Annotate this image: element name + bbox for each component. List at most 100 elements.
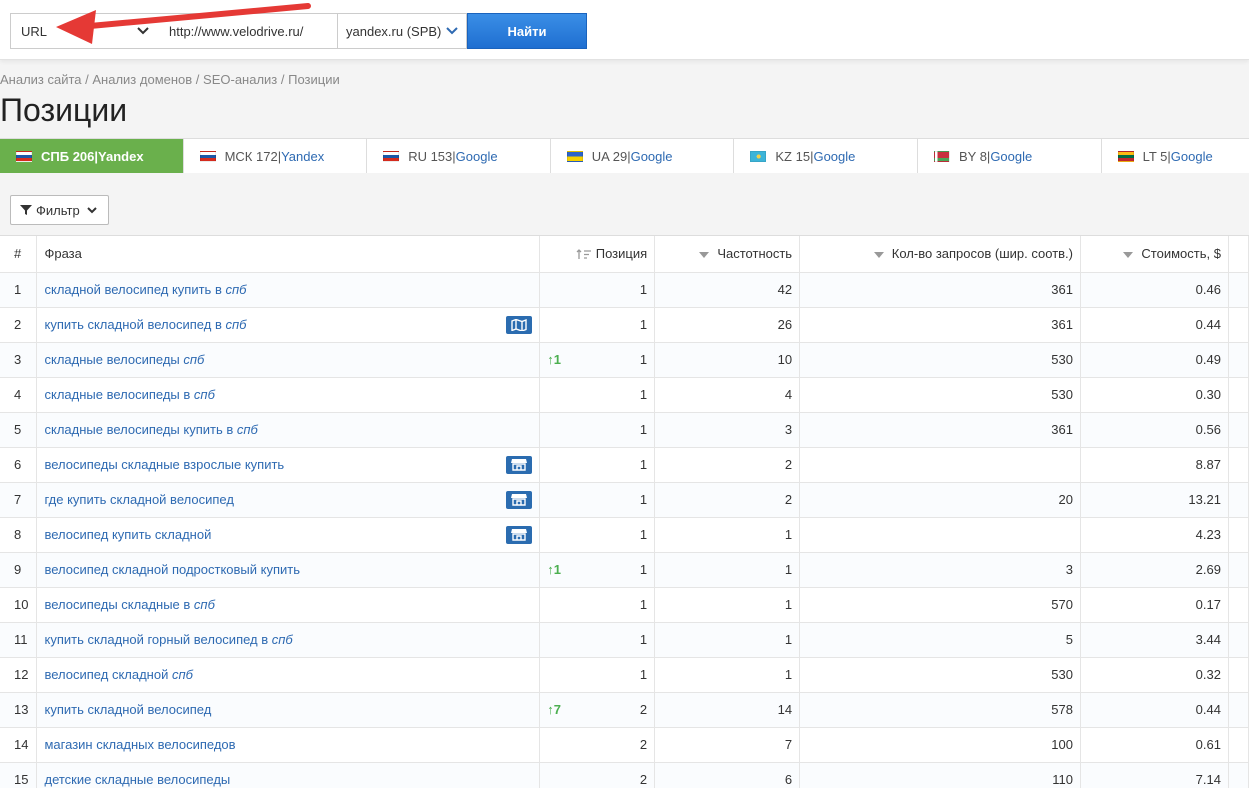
- breadcrumb-sep: /: [81, 72, 93, 87]
- map-badge[interactable]: [506, 315, 533, 334]
- row-phrase-cell: купить складной велосипед: [36, 692, 541, 728]
- row-frequency: 2: [654, 447, 801, 483]
- phrase-link[interactable]: велосипед купить складной: [44, 527, 211, 542]
- phrase-link[interactable]: велосипед складной подростковый купить: [44, 562, 300, 577]
- search-type-value: URL: [21, 23, 48, 39]
- row-requests: 3: [799, 552, 1081, 588]
- row-num: 7: [0, 482, 38, 518]
- map-icon: [511, 318, 527, 331]
- row-position-cell: 1: [539, 412, 656, 448]
- chevron-down-icon: [86, 206, 97, 213]
- filter-button[interactable]: Фильтр: [10, 195, 109, 225]
- tab-engine: Google: [813, 148, 856, 164]
- row-phrase-cell: детские складные велосипеды: [36, 762, 541, 788]
- row-position: 1: [639, 562, 648, 577]
- phrase-link[interactable]: велосипеды складные взрослые купить: [44, 457, 284, 472]
- row-position-cell: 1: [539, 377, 656, 413]
- row-cost: 8.87: [1080, 447, 1229, 483]
- phrase-link[interactable]: купить складной велосипед в спб: [44, 317, 246, 332]
- row-requests: 361: [799, 272, 1081, 308]
- row-phrase-cell: складные велосипеды в спб: [36, 377, 541, 413]
- breadcrumb-item[interactable]: Анализ сайта: [0, 72, 82, 87]
- row-extra: [1228, 727, 1249, 763]
- breadcrumb: Анализ сайта / Анализ доменов / SEO-анал…: [0, 72, 340, 87]
- tab-spb-yandex[interactable]: СПБ 206 | Yandex: [0, 139, 184, 173]
- row-requests: 20: [799, 482, 1081, 518]
- table-row: 5 складные велосипеды купить в спб 1 3 361 0.…: [0, 412, 1249, 448]
- row-position: 1: [639, 422, 648, 437]
- row-num: 13: [0, 692, 38, 728]
- row-num: 4: [0, 377, 38, 413]
- store-badge[interactable]: [506, 455, 533, 474]
- row-position-cell: 1: [539, 482, 656, 518]
- row-num: 1: [0, 272, 38, 308]
- row-extra: [1228, 272, 1249, 308]
- row-cost: 0.46: [1080, 272, 1229, 308]
- row-frequency: 42: [654, 272, 801, 308]
- tab-kz-google[interactable]: KZ 15 | Google: [734, 139, 918, 173]
- region-select-value: yandex.ru (SPB): [346, 23, 442, 39]
- breadcrumb-item[interactable]: Анализ доменов: [92, 72, 192, 87]
- table-row: 2 купить складной велосипед в спб 1 26 361 0.…: [0, 307, 1249, 343]
- tab-by-google[interactable]: BY 8 | Google: [917, 139, 1102, 173]
- phrase-text: складной велосипед купить в: [44, 282, 226, 297]
- row-position-cell: 1: [539, 587, 656, 623]
- row-frequency: 1: [654, 587, 801, 623]
- region-select[interactable]: yandex.ru (SPB): [337, 13, 467, 49]
- row-phrase-cell: велосипеды складные взрослые купить: [36, 447, 541, 483]
- row-requests: [799, 517, 1081, 553]
- row-position: 2: [639, 772, 648, 787]
- breadcrumb-item[interactable]: SEO-анализ: [203, 72, 277, 87]
- row-position: 1: [639, 667, 648, 682]
- phrase-link[interactable]: велосипеды складные в спб: [44, 597, 214, 612]
- tab-msk-yandex[interactable]: МСК 172 | Yandex: [183, 139, 368, 173]
- row-extra: [1228, 552, 1249, 588]
- tab-engine: Google: [630, 148, 673, 164]
- phrase-region: спб: [171, 667, 193, 682]
- col-frequency-label: Частотность: [717, 246, 793, 262]
- phrase-link[interactable]: магазин складных велосипедов: [44, 737, 235, 752]
- phrase-text: велосипеды складные в: [44, 597, 194, 612]
- col-requests[interactable]: Кол-во запросов (шир. соотв.): [799, 236, 1081, 273]
- col-frequency[interactable]: Частотность: [654, 236, 801, 273]
- tab-ua-google[interactable]: UA 29 | Google: [550, 139, 735, 173]
- col-cost[interactable]: Стоимость, $: [1080, 236, 1229, 273]
- phrase-link[interactable]: купить складной горный велосипед в спб: [44, 632, 292, 647]
- row-num: 10: [0, 587, 38, 623]
- search-type-select[interactable]: URL: [10, 13, 160, 49]
- url-input-value: http://www.velodrive.ru/: [169, 23, 304, 39]
- phrase-text: детские складные велосипеды: [44, 772, 231, 787]
- phrase-link[interactable]: купить складной велосипед: [44, 702, 211, 717]
- tab-lt-google[interactable]: LT 5 | Google: [1101, 139, 1249, 173]
- col-position[interactable]: Позиция: [539, 236, 656, 273]
- table-row: 1 складной велосипед купить в спб 1 42 361 0.…: [0, 272, 1249, 308]
- phrase-link[interactable]: складные велосипеды спб: [44, 352, 204, 367]
- url-input[interactable]: http://www.velodrive.ru/: [159, 13, 338, 49]
- tab-ru-google[interactable]: RU 153 | Google: [367, 139, 551, 173]
- phrase-text: велосипеды складные взрослые купить: [44, 457, 285, 472]
- phrase-link[interactable]: складные велосипеды купить в спб: [44, 422, 257, 437]
- row-num: 9: [0, 552, 38, 588]
- row-position-cell: 1: [539, 447, 656, 483]
- row-phrase-cell: складные велосипеды купить в спб: [36, 412, 541, 448]
- store-badge[interactable]: [506, 490, 533, 509]
- col-phrase[interactable]: Фраза: [36, 236, 541, 273]
- row-cost: 0.61: [1080, 727, 1229, 763]
- row-phrase-cell: велосипед купить складной: [36, 517, 541, 553]
- phrase-link[interactable]: складные велосипеды в спб: [44, 387, 214, 402]
- phrase-link[interactable]: складной велосипед купить в спб: [44, 282, 246, 297]
- col-requests-label: Кол-во запросов (шир. соотв.): [891, 246, 1073, 262]
- position-change: ↑1: [547, 562, 561, 577]
- phrase-link[interactable]: детские складные велосипеды: [44, 772, 230, 787]
- col-extra: [1228, 236, 1249, 273]
- phrase-link[interactable]: где купить складной велосипед: [44, 492, 233, 507]
- row-frequency: 1: [654, 517, 801, 553]
- find-button[interactable]: Найти: [467, 13, 587, 49]
- row-frequency: 2: [654, 482, 801, 518]
- store-badge[interactable]: [506, 525, 533, 544]
- phrase-region: спб: [183, 352, 205, 367]
- tab-label: LT 5: [1142, 148, 1168, 164]
- row-extra: [1228, 657, 1249, 693]
- phrase-link[interactable]: велосипед складной спб: [44, 667, 192, 682]
- phrase-text: складные велосипеды купить в: [44, 422, 237, 437]
